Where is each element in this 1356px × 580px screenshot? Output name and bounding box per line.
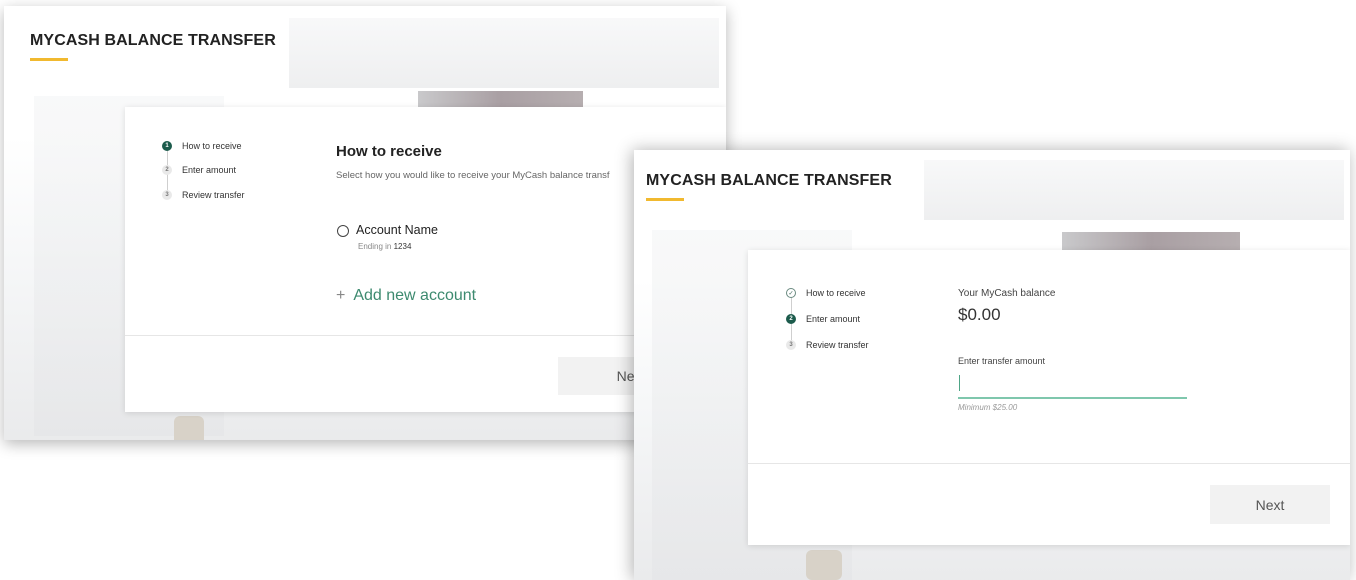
transfer-card: ✓ How to receive 2 Enter amount 3 Review…	[748, 250, 1350, 545]
add-new-account-label: Add new account	[353, 287, 477, 304]
step-label: Review transfer	[182, 190, 245, 200]
step-label: How to receive	[182, 141, 242, 151]
step-label: How to receive	[806, 288, 866, 298]
minimum-hint: Minimum $25.00	[958, 403, 1018, 412]
account-name[interactable]: Account Name	[356, 223, 438, 237]
title-accent-bar	[30, 58, 68, 61]
step-label: Enter amount	[806, 314, 861, 324]
background-coffee-cup	[806, 550, 842, 580]
input-caret	[959, 375, 960, 391]
page-subtext: Select how you would like to receive you…	[336, 170, 610, 181]
step-enter-amount[interactable]: 2 Enter amount	[162, 165, 236, 175]
title-accent-bar	[646, 198, 684, 201]
check-icon: ✓	[786, 288, 796, 298]
transfer-amount-input[interactable]	[958, 371, 1187, 399]
card-footer-divider	[748, 463, 1350, 464]
step-number-icon: 2	[162, 165, 172, 175]
step-how-to-receive[interactable]: ✓ How to receive	[786, 288, 866, 298]
balance-label: Your MyCash balance	[958, 288, 1056, 299]
step-label: Review transfer	[806, 340, 869, 350]
account-ending-digits: 1234	[393, 242, 412, 251]
add-new-account-link[interactable]: + Add new account	[336, 287, 476, 305]
screenshot-how-to-receive: MYCASH BALANCE TRANSFER 1 How to receive…	[4, 6, 726, 440]
background-panel	[289, 18, 719, 88]
next-button[interactable]: Next	[1210, 485, 1330, 524]
step-review-transfer[interactable]: 3 Review transfer	[162, 190, 245, 200]
account-radio[interactable]	[337, 225, 349, 237]
app-title: MYCASH BALANCE TRANSFER	[646, 172, 892, 189]
step-how-to-receive[interactable]: 1 How to receive	[162, 141, 242, 151]
step-number-icon: 2	[786, 314, 796, 324]
step-review-transfer[interactable]: 3 Review transfer	[786, 340, 869, 350]
account-ending-label: Ending in	[358, 242, 392, 251]
app-title: MYCASH BALANCE TRANSFER	[30, 32, 276, 49]
plus-icon: +	[336, 287, 346, 304]
background-photo-strip	[1062, 232, 1240, 252]
step-number-icon: 1	[162, 141, 172, 151]
step-label: Enter amount	[182, 165, 237, 175]
amount-label: Enter transfer amount	[958, 356, 1046, 366]
step-number-icon: 3	[162, 190, 172, 200]
step-number-icon: 3	[786, 340, 796, 350]
balance-value: $0.00	[958, 305, 1001, 324]
background-panel	[924, 160, 1344, 220]
step-enter-amount[interactable]: 2 Enter amount	[786, 314, 860, 324]
screenshot-enter-amount: MYCASH BALANCE TRANSFER ✓ How to receive…	[634, 150, 1350, 580]
account-ending: Ending in 1234	[358, 242, 411, 251]
background-coffee-cup	[174, 416, 204, 440]
page-heading: How to receive	[336, 143, 442, 160]
